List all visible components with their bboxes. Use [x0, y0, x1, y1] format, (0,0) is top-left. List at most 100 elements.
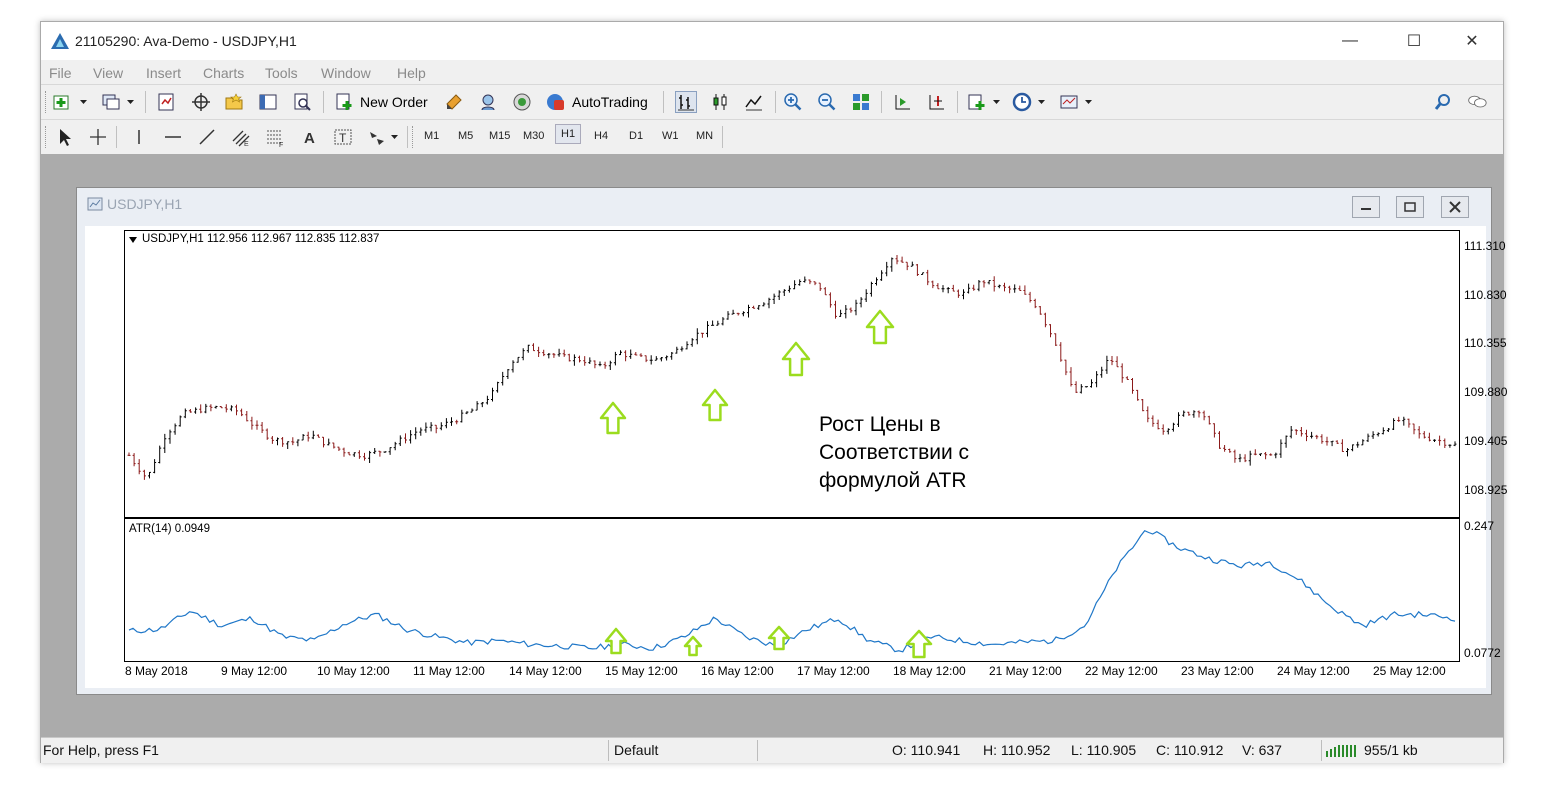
- chart-canvas[interactable]: USDJPY,H1 112.956 112.967 112.835 112.83…: [85, 226, 1507, 688]
- chevron-down-icon[interactable]: [80, 100, 87, 105]
- price-bar: [1090, 379, 1093, 388]
- crosshair-target-icon[interactable]: [191, 92, 211, 112]
- chevron-down-icon[interactable]: [993, 100, 1000, 105]
- tile-windows-icon[interactable]: [851, 92, 871, 112]
- templates-icon[interactable]: [1059, 92, 1079, 112]
- timeframe-m15[interactable]: M15: [489, 130, 510, 142]
- price-bar: [316, 434, 320, 438]
- price-bar: [214, 405, 218, 409]
- title-bar: 21105290: Ava-Demo - USDJPY,H1 — ☐ ✕: [41, 22, 1503, 60]
- strategy-tester-icon[interactable]: [292, 92, 312, 112]
- periods-clock-icon[interactable]: [1012, 92, 1032, 112]
- timeframe-m30[interactable]: M30: [523, 130, 544, 142]
- trendline-icon[interactable]: [197, 127, 217, 147]
- price-bar: [368, 450, 372, 463]
- price-axis-label: 110.355: [1464, 336, 1507, 350]
- menu-tools[interactable]: Tools: [265, 65, 298, 81]
- status-profile: Default: [614, 742, 659, 758]
- chart-shift-icon[interactable]: [926, 92, 946, 112]
- profiles-icon[interactable]: [101, 92, 121, 112]
- chart-restore-button[interactable]: [1396, 196, 1424, 218]
- close-button[interactable]: ✕: [1449, 22, 1495, 60]
- price-bar: [690, 338, 694, 347]
- chevron-down-icon[interactable]: [127, 100, 134, 105]
- menu-insert[interactable]: Insert: [146, 65, 181, 81]
- price-bar: [178, 415, 182, 427]
- chart-window[interactable]: USDJPY,H1 USDJPY,H1 112.956 112.967 112.…: [76, 187, 1507, 695]
- auto-scroll-icon[interactable]: [892, 92, 912, 112]
- zoom-out-icon[interactable]: [817, 92, 837, 112]
- indicators-icon[interactable]: [967, 92, 987, 112]
- timeframe-m1[interactable]: M1: [424, 130, 439, 142]
- price-bar: [127, 452, 131, 456]
- toolbar-grip[interactable]: [412, 126, 416, 148]
- timeframe-h4[interactable]: H4: [594, 130, 608, 142]
- market-icon[interactable]: [512, 92, 532, 112]
- price-bar: [588, 357, 592, 364]
- timeframe-w1[interactable]: W1: [662, 130, 679, 142]
- market-watch-icon[interactable]: [156, 92, 176, 112]
- zoom-in-icon[interactable]: [783, 92, 803, 112]
- chart-minimize-button[interactable]: [1352, 196, 1380, 218]
- metaeditor-icon[interactable]: [444, 92, 464, 112]
- new-order-button[interactable]: New Order: [360, 94, 428, 110]
- arrows-icon[interactable]: [367, 127, 387, 147]
- autotrading-button[interactable]: AutoTrading: [572, 94, 648, 110]
- indicator-header: ATR(14) 0.0949: [129, 523, 210, 535]
- chevron-down-icon[interactable]: [1085, 100, 1092, 105]
- autotrading-icon[interactable]: [545, 92, 565, 112]
- text-icon[interactable]: A: [299, 127, 319, 147]
- price-bar: [1238, 453, 1242, 463]
- menu-window[interactable]: Window: [321, 65, 371, 81]
- chat-icon[interactable]: [1467, 92, 1487, 112]
- price-bar: [168, 429, 172, 444]
- price-bar: [864, 289, 868, 302]
- crosshair-icon[interactable]: [88, 127, 108, 147]
- collapse-triangle-icon[interactable]: [129, 237, 137, 243]
- timeframe-h1[interactable]: H1: [555, 124, 582, 144]
- price-bar: [849, 307, 853, 313]
- terminal-icon[interactable]: [258, 92, 278, 112]
- window-title: 21105290: Ava-Demo - USDJPY,H1: [75, 33, 297, 49]
- fibonacci-icon[interactable]: F: [265, 127, 285, 147]
- price-bar: [1448, 444, 1452, 448]
- menu-view[interactable]: View: [93, 65, 123, 81]
- new-chart-icon[interactable]: [52, 92, 72, 112]
- maximize-button[interactable]: ☐: [1391, 22, 1437, 60]
- atr-pane[interactable]: ATR(14) 0.0949: [124, 518, 1460, 662]
- navigator-folder-icon[interactable]: [224, 92, 244, 112]
- minimize-button[interactable]: —: [1327, 22, 1373, 60]
- price-pane[interactable]: USDJPY,H1 112.956 112.967 112.835 112.83…: [124, 230, 1460, 518]
- toolbar-separator: [145, 91, 146, 113]
- horizontal-line-icon[interactable]: [163, 127, 183, 147]
- toolbar-grip[interactable]: [45, 91, 49, 113]
- price-bar: [721, 317, 725, 326]
- bar-chart-icon[interactable]: [675, 91, 697, 113]
- cursor-icon[interactable]: [55, 127, 75, 147]
- vertical-line-icon[interactable]: [129, 127, 149, 147]
- price-bar: [276, 437, 279, 446]
- chart-close-button[interactable]: [1441, 196, 1469, 218]
- equidistant-channel-icon[interactable]: E: [231, 127, 251, 147]
- new-order-icon[interactable]: [334, 92, 354, 112]
- toolbar-grip[interactable]: [45, 126, 49, 148]
- candlestick-icon[interactable]: [710, 92, 730, 112]
- price-bar: [910, 261, 914, 267]
- line-chart-icon[interactable]: [744, 92, 764, 112]
- search-icon[interactable]: [1433, 92, 1453, 112]
- price-bar: [1407, 418, 1411, 428]
- price-axis-label: 110.830: [1464, 288, 1507, 302]
- signals-icon[interactable]: [478, 92, 498, 112]
- price-bar: [1125, 376, 1129, 380]
- timeframe-d1[interactable]: D1: [629, 130, 643, 142]
- menu-help[interactable]: Help: [397, 65, 426, 81]
- menu-file[interactable]: File: [49, 65, 72, 81]
- timeframe-m5[interactable]: M5: [458, 130, 473, 142]
- chevron-down-icon[interactable]: [391, 135, 398, 140]
- price-bar: [1008, 285, 1012, 294]
- text-label-icon[interactable]: T: [333, 127, 353, 147]
- menu-charts[interactable]: Charts: [203, 65, 244, 81]
- timeframe-mn[interactable]: MN: [696, 130, 713, 142]
- chevron-down-icon[interactable]: [1038, 100, 1045, 105]
- price-bar: [501, 371, 505, 386]
